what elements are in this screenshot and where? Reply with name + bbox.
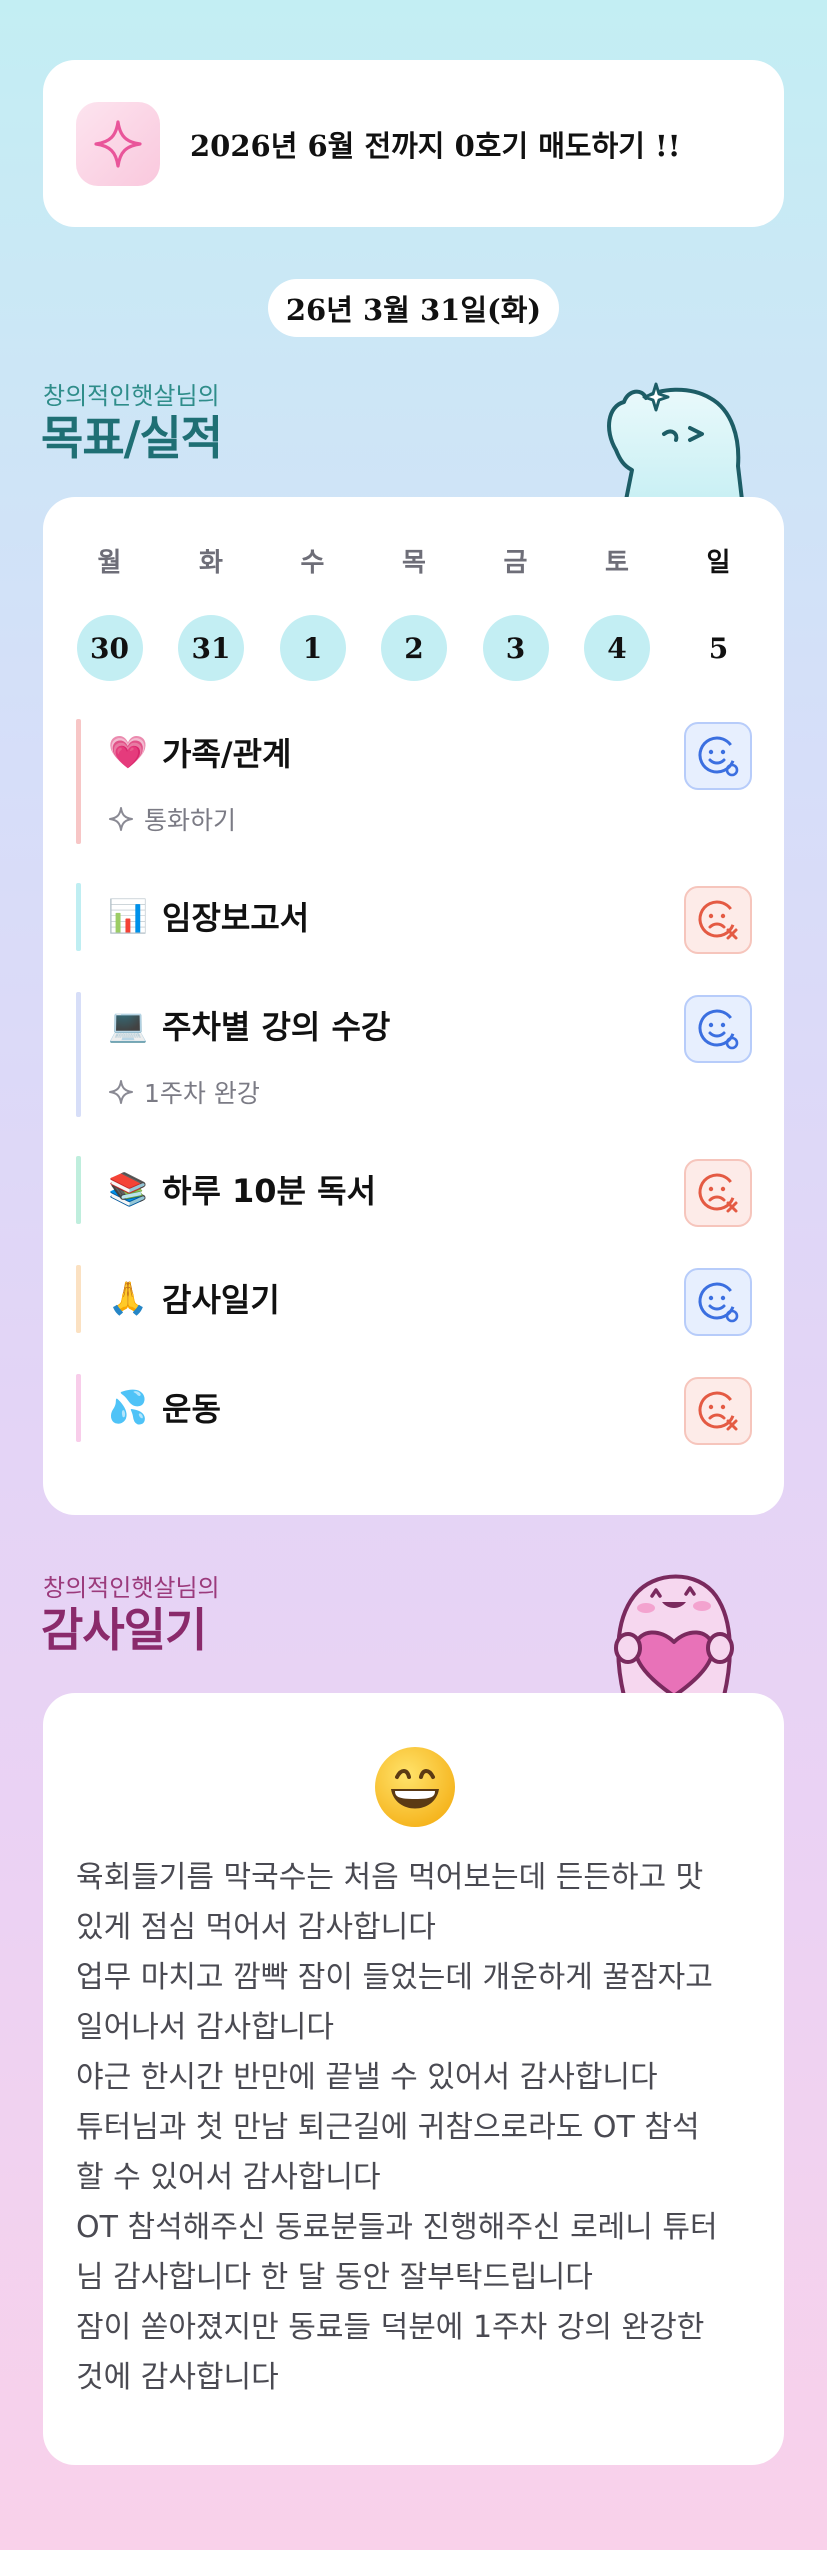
books-emoji-icon: 📚 (108, 1170, 148, 1208)
goal-color-bar (76, 883, 81, 951)
goal-color-bar (76, 1156, 81, 1224)
goal-banner-text: 2026년 6월 전까지 0호기 매도하기 !! (190, 128, 681, 163)
weekday-label: 일 (706, 548, 731, 578)
calendar-day[interactable]: 목 2 (381, 542, 448, 681)
thanks-line: 잠이 쏟아졌지만 동료들 덕분에 1주차 강의 완강한 (76, 2310, 705, 2345)
goal-item-lecture[interactable]: 💻 주차별 강의 수강 1주차 완강 (76, 992, 752, 1117)
goal-name: 가족/관계 (162, 735, 292, 773)
date-circle[interactable]: 3 (482, 615, 549, 681)
goal-note-text: 1주차 완강 (144, 1079, 260, 1108)
thanks-diary-card: 육회들기름 막국수는 처음 먹어보는데 든든하고 맛 있게 점심 먹어서 감사합… (43, 1693, 784, 2465)
thanks-line: 있게 점심 먹어서 감사합니다 (76, 1910, 436, 1945)
grin-face-icon (375, 1747, 455, 1827)
goal-note-text: 통화하기 (144, 806, 237, 835)
goal-name: 하루 10분 독서 (162, 1172, 377, 1210)
status-done-icon[interactable] (684, 1268, 752, 1336)
date-circle[interactable]: 4 (584, 615, 650, 681)
laptop-emoji-icon: 💻 (108, 1006, 148, 1044)
heart-emoji-icon: 💗 (108, 733, 148, 771)
goals-section-title: 목표/실적 (41, 411, 223, 465)
thanks-line: 튜터님과 첫 만남 퇴근길에 귀참으로라도 OT 참석 (76, 2110, 700, 2145)
bar-chart-emoji-icon: 📊 (108, 897, 148, 935)
weekday-label: 화 (199, 548, 223, 578)
status-missed-icon[interactable] (684, 886, 752, 954)
goal-note: 1주차 완강 (108, 1074, 260, 1110)
week-calendar: 월 30 화 31 수 1 목 2 금 3 토 4 일 5 (76, 542, 752, 681)
goals-card: 월 30 화 31 수 1 목 2 금 3 토 4 일 5 � (43, 497, 784, 1515)
date-circle[interactable]: 30 (76, 615, 143, 681)
weekday-label: 목 (402, 548, 426, 578)
goal-color-bar (76, 1374, 81, 1442)
goal-color-bar (76, 719, 81, 844)
heart-mascot-illustration (614, 1574, 734, 1696)
calendar-day[interactable]: 금 3 (482, 542, 549, 681)
calendar-day[interactable]: 일 5 (685, 542, 752, 681)
thanks-line: 업무 마치고 깜빡 잠이 들었는데 개운하게 꿀잠자고 (76, 1960, 713, 1995)
date-circle[interactable]: 31 (178, 615, 244, 681)
calendar-day[interactable]: 토 4 (584, 542, 651, 681)
goal-color-bar (76, 992, 81, 1117)
weekday-label: 금 (503, 548, 528, 578)
goal-name: 감사일기 (162, 1281, 280, 1319)
calendar-day[interactable]: 수 1 (279, 542, 346, 681)
sweat-drops-emoji-icon: 💦 (108, 1388, 148, 1426)
goal-item-gratitude[interactable]: 🙏 감사일기 (76, 1265, 752, 1336)
goal-name: 운동 (162, 1390, 221, 1428)
sparkle-icon (76, 101, 160, 186)
goal-color-bar (76, 1265, 81, 1333)
goal-note: 통화하기 (108, 801, 236, 837)
date-pill[interactable]: 26년 3월 31일(화) (268, 279, 559, 337)
calendar-day[interactable]: 월 30 (76, 542, 143, 681)
goal-name: 주차별 강의 수강 (162, 1008, 391, 1046)
thanks-line: 것에 감사합니다 (76, 2360, 279, 2395)
thanks-line: 님 감사합니다 한 달 동안 잘부탁드립니다 (76, 2260, 593, 2295)
sparkle-outline-icon (109, 807, 133, 831)
folded-hands-emoji-icon: 🙏 (108, 1279, 148, 1317)
thanks-line: 육회들기름 막국수는 처음 먹어보는데 든든하고 맛 (76, 1860, 704, 1895)
thanks-diary-text: 육회들기름 막국수는 처음 먹어보는데 든든하고 맛 있게 점심 먹어서 감사합… (76, 1853, 756, 2403)
goal-name: 임장보고서 (162, 899, 310, 937)
date-circle[interactable]: 2 (381, 615, 447, 681)
goal-banner: 2026년 6월 전까지 0호기 매도하기 !! (43, 60, 784, 227)
weekday-label: 수 (300, 548, 325, 578)
date-circle[interactable]: 5 (686, 615, 752, 681)
thanks-line: 야근 한시간 반만에 끝낼 수 있어서 감사합니다 (76, 2060, 658, 2095)
weekday-label: 월 (97, 548, 122, 578)
status-missed-icon[interactable] (684, 1159, 752, 1227)
goal-item-report[interactable]: 📊 임장보고서 (76, 883, 752, 954)
weekday-label: 토 (605, 548, 629, 578)
status-done-icon[interactable] (684, 995, 752, 1063)
goal-item-family[interactable]: 💗 가족/관계 통화하기 (76, 719, 752, 844)
goal-item-reading[interactable]: 📚 하루 10분 독서 (76, 1156, 752, 1227)
thanks-section-title: 감사일기 (41, 1603, 207, 1657)
calendar-day[interactable]: 화 31 (178, 542, 245, 681)
thanks-line: 일어나서 감사합니다 (76, 2010, 334, 2045)
status-missed-icon[interactable] (684, 1377, 752, 1445)
status-done-icon[interactable] (684, 722, 752, 790)
ghost-mascot-illustration (607, 382, 744, 500)
thanks-line: OT 참석해주신 동료분들과 진행해주신 로레니 튜터 (76, 2210, 718, 2245)
date-circle[interactable]: 1 (279, 615, 346, 681)
sparkle-outline-icon (109, 1080, 133, 1104)
goal-item-exercise[interactable]: 💦 운동 (76, 1374, 752, 1445)
thanks-line: 할 수 있어서 감사합니다 (76, 2160, 381, 2195)
